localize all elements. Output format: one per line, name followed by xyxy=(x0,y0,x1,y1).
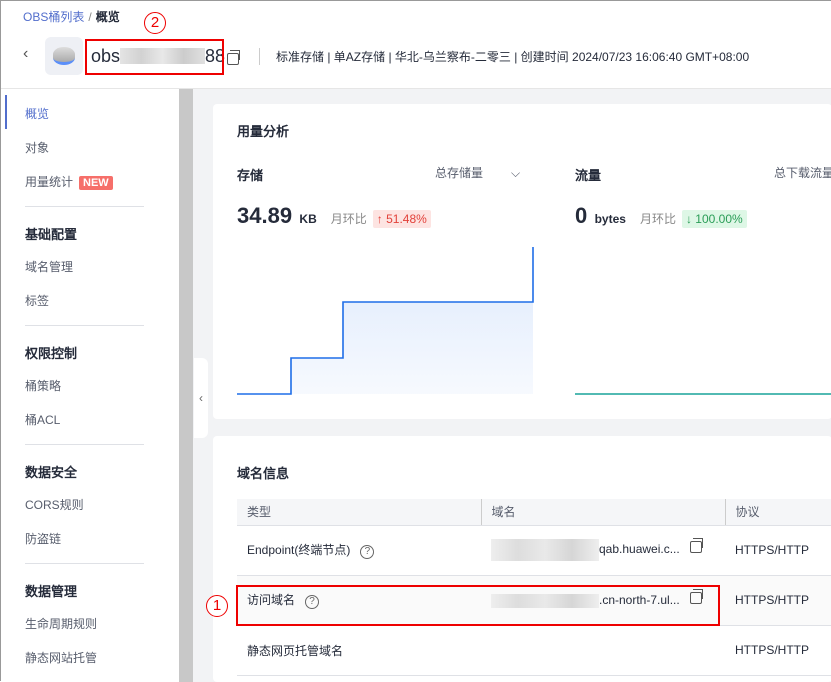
bucket-meta: 标准存储 | 单AZ存储 | 华北-乌兰察布-二零三 | 创建时间 2024/0… xyxy=(259,48,749,65)
sidebar-item-hotlink[interactable]: 防盗链 xyxy=(25,530,61,547)
col-domain: 域名 xyxy=(480,499,725,526)
breadcrumb-separator: / xyxy=(88,10,92,24)
col-type: 类型 xyxy=(237,499,481,526)
table-row: 静态网页托管域名 HTTPS/HTTP xyxy=(237,625,831,676)
sidebar-item-overview[interactable]: 概览 xyxy=(25,105,49,122)
chevron-down-icon: ⌵ xyxy=(511,166,521,180)
traffic-value: 0 bytes 月环比 ↓ 100.00% xyxy=(575,203,747,229)
storage-selector[interactable]: 总存储量 ⌵ xyxy=(435,164,520,181)
sidebar: 概览 对象 用量统计 NEW 基础配置 域名管理 标签 权限控制 桶策略 桶ACL… xyxy=(1,89,179,682)
group-data-security: 数据安全 xyxy=(25,465,78,480)
storage-area xyxy=(237,247,533,394)
sidebar-item-usage[interactable]: 用量统计 NEW xyxy=(25,173,113,190)
group-data-management: 数据管理 xyxy=(25,584,78,599)
copy-icon[interactable] xyxy=(689,538,703,554)
traffic-selector[interactable]: 总下载流量 xyxy=(774,164,831,181)
active-indicator xyxy=(5,95,7,129)
traffic-title: 流量 xyxy=(575,168,602,183)
sidebar-item-tags[interactable]: 标签 xyxy=(25,292,49,309)
storage-title: 存储 xyxy=(237,168,264,183)
collapse-sidebar-button[interactable]: ‹ xyxy=(194,358,208,438)
breadcrumb-bucket-list[interactable]: OBS桶列表 xyxy=(23,10,84,24)
sidebar-scrollbar[interactable] xyxy=(179,89,193,682)
sidebar-item-bucket-policy[interactable]: 桶策略 xyxy=(25,377,61,394)
group-basic-config: 基础配置 xyxy=(25,227,78,242)
annotation-1: 1 xyxy=(206,595,228,617)
sidebar-item-domain[interactable]: 域名管理 xyxy=(25,258,73,275)
domain-title: 域名信息 xyxy=(237,466,290,481)
bucket-icon xyxy=(45,37,83,75)
highlight-box-access-domain xyxy=(236,585,720,626)
usage-card: 用量分析 存储 总存储量 ⌵ 34.89 KB 月环比 ↑ 51.48% 流量 总下载… xyxy=(213,104,831,419)
sidebar-item-objects[interactable]: 对象 xyxy=(25,139,49,156)
new-badge: NEW xyxy=(79,176,113,190)
usage-title: 用量分析 xyxy=(237,124,290,139)
breadcrumb-current: 概览 xyxy=(95,10,120,24)
storage-value: 34.89 KB 月环比 ↑ 51.48% xyxy=(237,203,431,229)
group-permissions: 权限控制 xyxy=(25,346,78,361)
mom-up-badge: ↑ 51.48% xyxy=(372,210,431,228)
col-protocol: 协议 xyxy=(724,499,831,526)
sidebar-item-cors[interactable]: CORS规则 xyxy=(25,496,84,513)
highlight-box-bucket-name xyxy=(85,39,224,75)
annotation-2: 2 xyxy=(144,12,166,34)
copy-icon[interactable] xyxy=(227,50,240,65)
table-row: Endpoint(终端节点)? qab.huawei.c... HTTPS/HTTP xyxy=(237,525,831,576)
storage-chart xyxy=(237,247,831,395)
sidebar-item-lifecycle[interactable]: 生命周期规则 xyxy=(25,615,97,632)
mom-down-badge: ↓ 100.00% xyxy=(681,210,747,228)
help-icon[interactable]: ? xyxy=(360,545,375,559)
sidebar-item-bucket-acl[interactable]: 桶ACL xyxy=(25,411,60,428)
redacted-blur xyxy=(491,539,599,561)
sidebar-item-static-website[interactable]: 静态网站托管 xyxy=(25,649,97,666)
breadcrumb: OBS桶列表 / 概览 xyxy=(23,8,120,25)
back-chevron-icon[interactable]: ‹ xyxy=(23,45,28,63)
domain-card: 域名信息 类型 域名 协议 Endpoint(终端节点)? qab.huawei.c.… xyxy=(213,436,831,682)
